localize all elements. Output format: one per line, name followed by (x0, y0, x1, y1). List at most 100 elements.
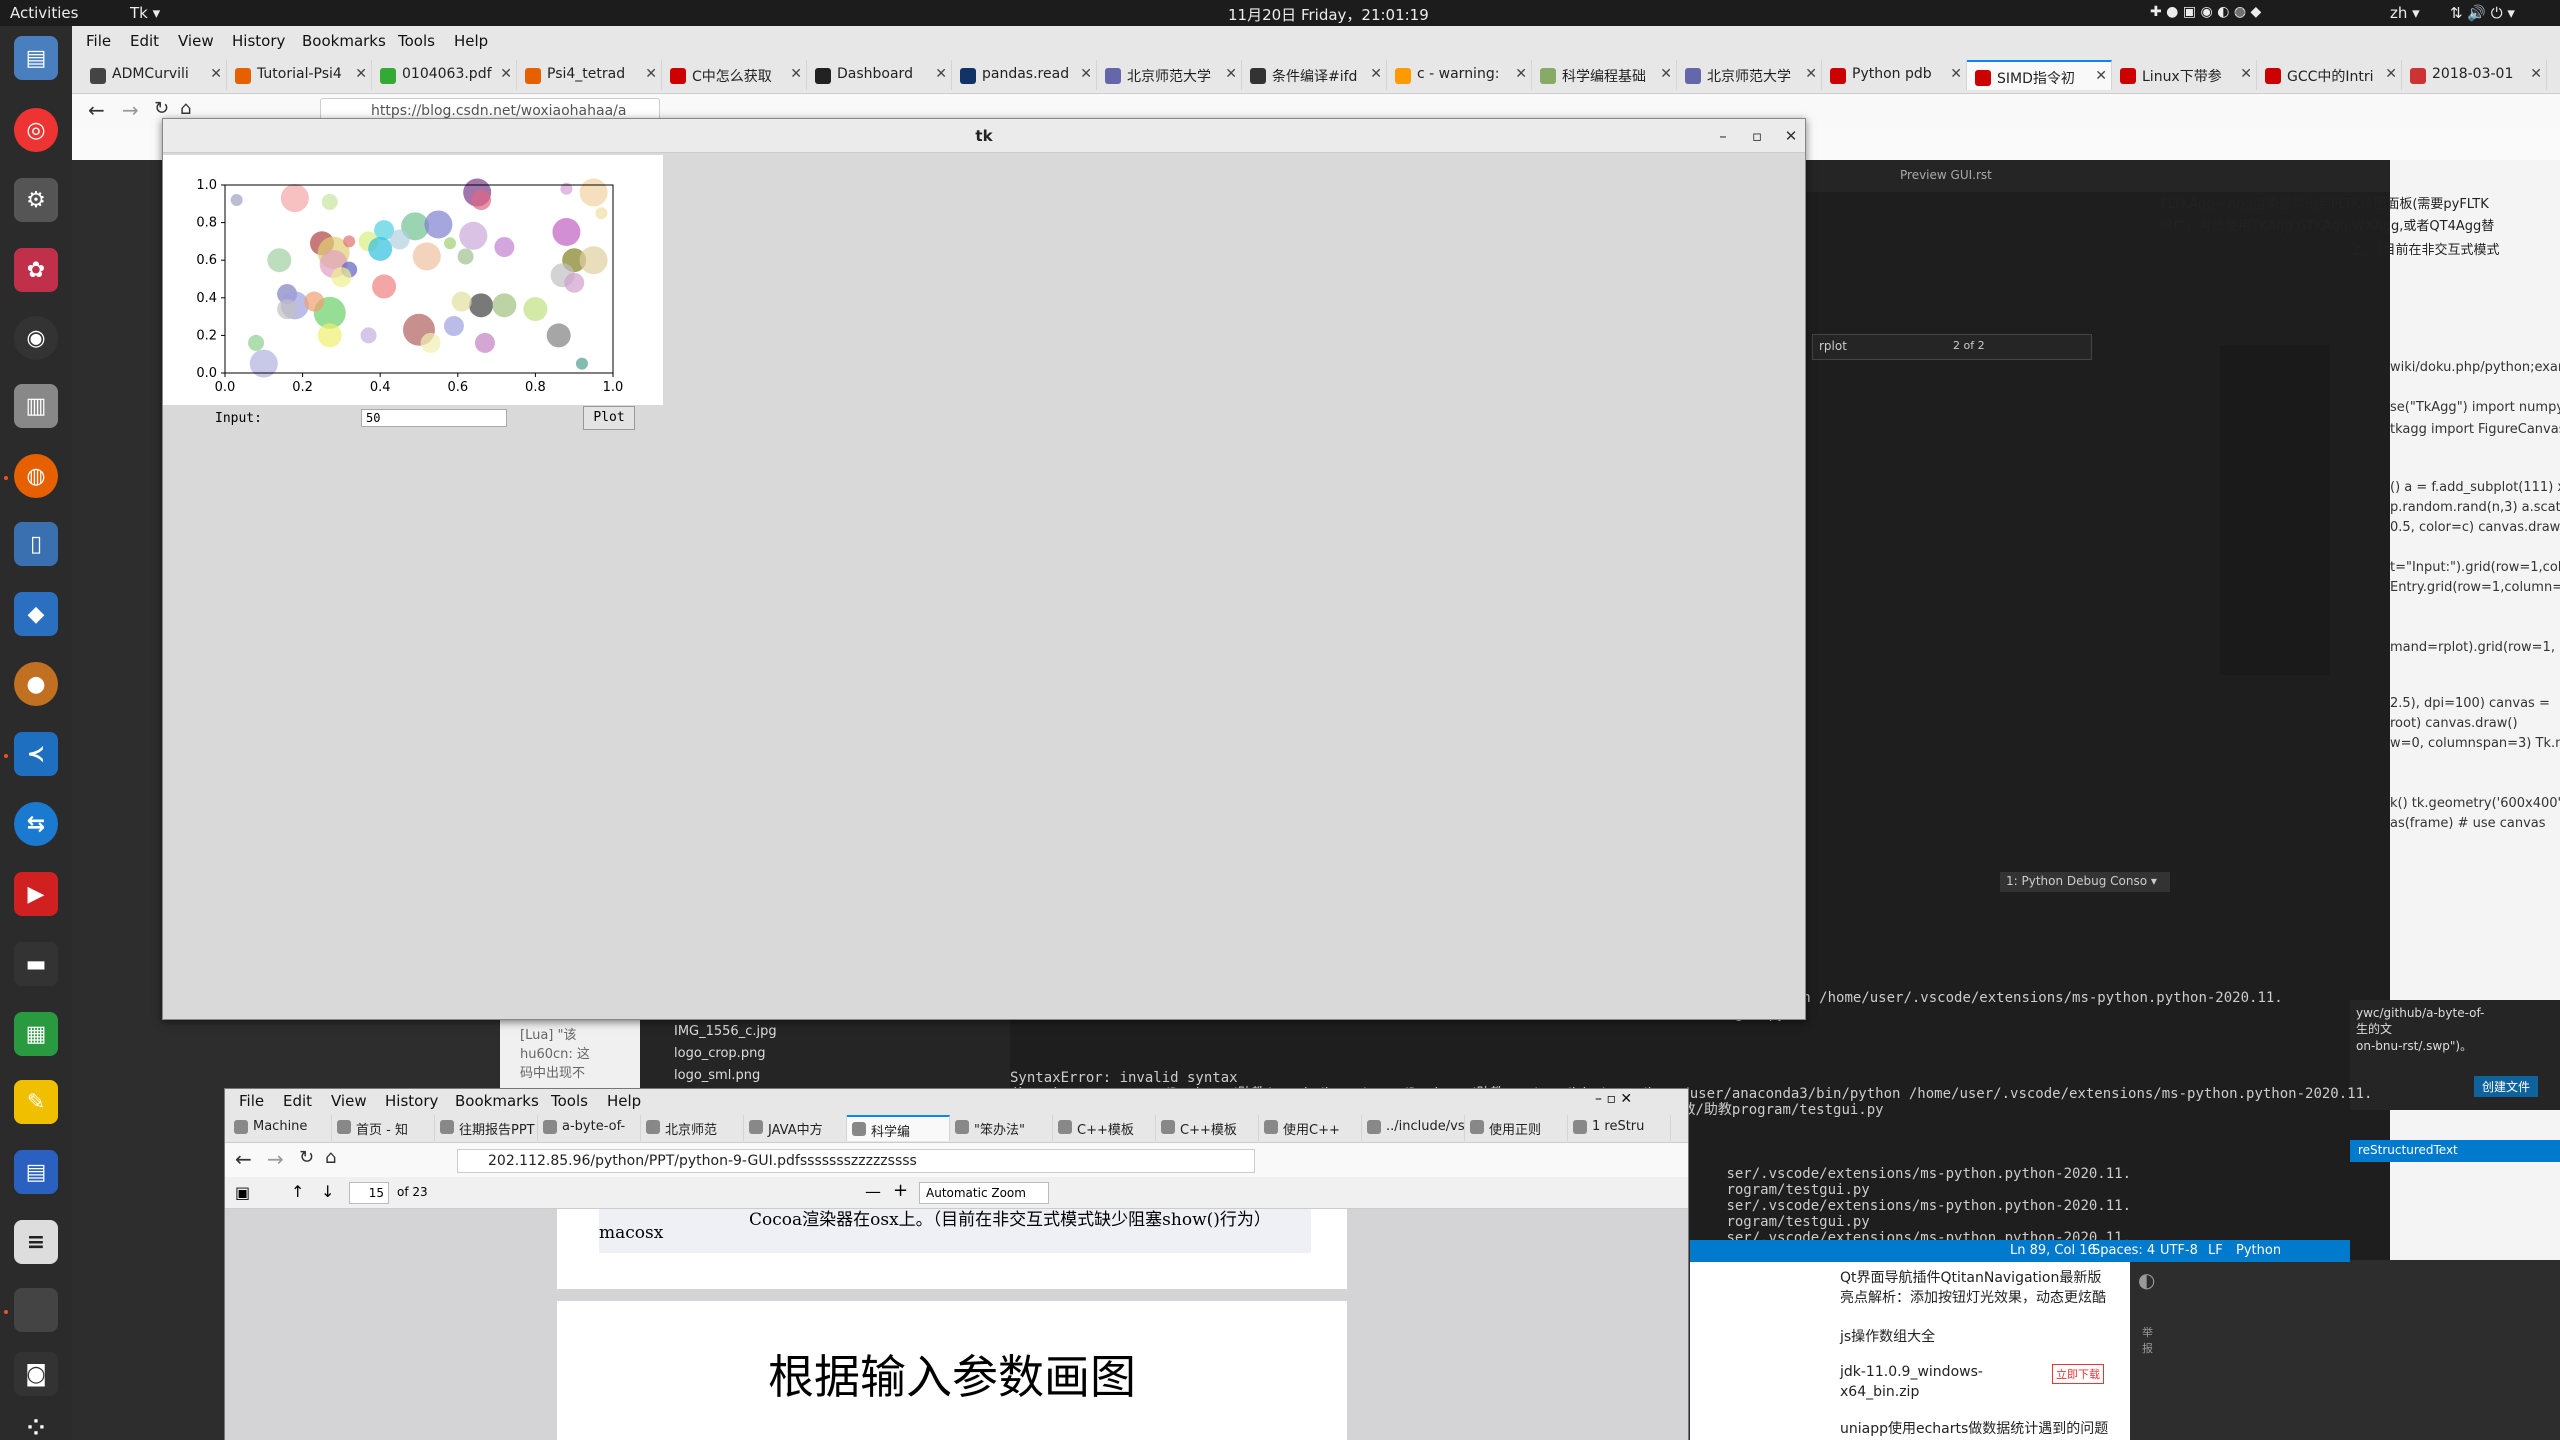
find-widget[interactable]: rplot 2 of 2 (1812, 334, 2092, 360)
tab-close-icon[interactable]: ✕ (2385, 66, 2397, 82)
mendeley-icon[interactable]: ✿ (14, 248, 58, 292)
close-icon[interactable]: ✕ (1781, 126, 1801, 146)
input-method[interactable]: zh ▾ (2390, 4, 2420, 22)
home-icon[interactable]: ⌂ (325, 1147, 336, 1168)
teamviewer-icon[interactable]: ⇆ (14, 802, 58, 846)
browser-tab[interactable]: JAVA中方 (744, 1115, 847, 1141)
create-file-button[interactable]: 创建文件 (2474, 1076, 2539, 1097)
home-icon[interactable]: ⌂ (180, 98, 191, 119)
file-manager-icon[interactable]: ▥ (14, 384, 58, 428)
cursor-position[interactable]: Ln 89, Col 16 (2010, 1243, 2096, 1258)
menu-edit[interactable]: Edit (130, 32, 159, 50)
browser-tab[interactable]: C++模板 (1053, 1115, 1156, 1141)
menu-help[interactable]: Help (454, 32, 488, 50)
disk-icon[interactable]: ◉ (14, 316, 58, 360)
vscode-icon[interactable]: ≺ (14, 732, 58, 776)
matplotlib-canvas[interactable]: 0.0 0.2 0.4 0.6 0.8 1.0 0.0 0.2 0.4 0.6 0.8 1.0 (163, 155, 663, 405)
article-link[interactable]: jdk-11.0.9_windows-x64_bin.zip (1840, 1362, 2020, 1402)
menu-help[interactable]: Help (607, 1092, 641, 1110)
encoding-status[interactable]: UTF-8 (2160, 1243, 2198, 1258)
browser-tab[interactable]: Python pdb ✕ (1822, 60, 1967, 90)
maximize-icon[interactable]: ▫ (1747, 126, 1767, 146)
tab-close-icon[interactable]: ✕ (935, 66, 947, 82)
tray-icons[interactable]: ✚ ● ▣ ◉ ◐ ◍ ◆ (2150, 4, 2261, 20)
menu-file[interactable]: File (86, 32, 111, 50)
find-input[interactable]: rplot (1819, 339, 1847, 353)
browser-tab[interactable]: 首页 - 知 (332, 1115, 435, 1141)
zoom-in-icon[interactable]: + (893, 1180, 908, 1201)
article-link[interactable]: uniapp使用echarts做数据统计遇到的问题 (1840, 1418, 2108, 1438)
browser-tab[interactable]: 1 reStru (1568, 1115, 1671, 1141)
zoom-select[interactable]: Automatic Zoom (919, 1182, 1049, 1204)
browser-tab[interactable]: 科学编程基础 ✕ (1532, 60, 1677, 90)
page-number-input[interactable]: 15 (349, 1182, 389, 1204)
browser-tab[interactable]: Tutorial-Psi4 ✕ (227, 60, 372, 90)
menu-view[interactable]: View (331, 1092, 367, 1110)
clock[interactable]: 11月20日 Friday，21:01:19 (1228, 4, 1429, 25)
input-entry[interactable]: 50 (361, 409, 507, 427)
zoom-out-icon[interactable]: — (865, 1182, 881, 1201)
file-item[interactable]: IMG_1556_c.jpg (674, 1024, 777, 1039)
tab-close-icon[interactable]: ✕ (1225, 66, 1237, 82)
back-icon[interactable]: ← (88, 98, 105, 122)
menu-view[interactable]: View (178, 32, 214, 50)
tab-close-icon[interactable]: ✕ (790, 66, 802, 82)
activities-button[interactable]: Activities (10, 4, 78, 22)
python-app-icon[interactable] (14, 1288, 58, 1332)
tab-close-icon[interactable]: ✕ (1660, 66, 1672, 82)
tab-close-icon[interactable]: ✕ (210, 66, 222, 82)
article-link[interactable]: js操作数组大全 (1840, 1326, 1935, 1346)
minimap[interactable] (2220, 345, 2330, 675)
tab-close-icon[interactable]: ✕ (2530, 66, 2542, 82)
reload-icon[interactable]: ↻ (154, 98, 169, 119)
menu-history[interactable]: History (385, 1092, 438, 1110)
browser-tab[interactable]: 科学编 (847, 1115, 950, 1141)
tab-close-icon[interactable]: ✕ (500, 66, 512, 82)
remote-icon[interactable]: ◆ (14, 592, 58, 636)
writer-icon[interactable]: ▯ (14, 522, 58, 566)
system-menu-icons[interactable]: ⇅ 🔊 ⏻ ▾ (2450, 4, 2515, 22)
back-icon[interactable]: ← (235, 1147, 252, 1171)
next-page-icon[interactable]: ↓ (321, 1182, 334, 1201)
menu-file[interactable]: File (239, 1092, 264, 1110)
screenshot-icon[interactable]: ◙ (14, 1352, 58, 1396)
browser-tab[interactable]: ../include/vs (1362, 1115, 1465, 1141)
tk-titlebar[interactable]: tk (163, 119, 1805, 153)
browser-tab[interactable]: "笨办法" (950, 1115, 1053, 1141)
calc-icon[interactable]: ▦ (14, 1012, 58, 1056)
browser-tab[interactable]: 2018-03-01 ✕ (2402, 60, 2547, 90)
notes-icon[interactable]: ≡ (14, 1220, 58, 1264)
menu-bookmarks[interactable]: Bookmarks (302, 32, 386, 50)
plot-button[interactable]: Plot (583, 406, 635, 430)
pdf-url-bar[interactable]: 202.112.85.96/python/PPT/python-9-GUI.pd… (457, 1149, 1255, 1173)
settings-icon[interactable]: ⚙ (14, 178, 58, 222)
files-icon[interactable]: ▤ (14, 36, 58, 80)
tab-close-icon[interactable]: ✕ (1080, 66, 1092, 82)
show-apps-icon[interactable]: ⁘ (14, 1406, 58, 1440)
tab-close-icon[interactable]: ✕ (355, 66, 367, 82)
browser-tab[interactable]: C中怎么获取 ✕ (662, 60, 807, 90)
browser-tab[interactable]: 0104063.pdf ✕ (372, 60, 517, 90)
eol-status[interactable]: LF (2208, 1243, 2223, 1258)
menu-tools[interactable]: Tools (551, 1092, 588, 1110)
text-editor-icon[interactable]: ✎ (14, 1080, 58, 1124)
article-link[interactable]: Qt界面导航插件QtitanNavigation最新版亮点解析：添加按钮灯光效果… (1840, 1268, 2110, 1308)
tab-close-icon[interactable]: ✕ (645, 66, 657, 82)
app-menu[interactable]: Tk ▾ (130, 4, 160, 22)
file-item[interactable]: logo_crop.png (674, 1046, 766, 1061)
browser-tab[interactable]: 北京师范大学 ✕ (1097, 60, 1242, 90)
browser-tab[interactable]: 条件编译#ifd ✕ (1242, 60, 1387, 90)
sidebar-toggle-icon[interactable]: ▣ (235, 1183, 250, 1202)
terminal-icon[interactable]: ▬ (14, 942, 58, 986)
prev-page-icon[interactable]: ↑ (291, 1182, 304, 1201)
firefox-icon[interactable]: ◍ (14, 454, 58, 498)
menu-tools[interactable]: Tools (398, 32, 435, 50)
file-item[interactable]: logo_sml.png (674, 1068, 760, 1083)
preview-tab[interactable]: Preview GUI.rst (1900, 168, 1992, 182)
browser-tab[interactable]: a-byte-of- (538, 1115, 641, 1141)
browser-tab[interactable]: c - warning: ✕ (1387, 60, 1532, 90)
tab-close-icon[interactable]: ✕ (1950, 66, 1962, 82)
browser-tab[interactable]: Dashboard ✕ (807, 60, 952, 90)
browser-tab[interactable]: Psi4_tetrad ✕ (517, 60, 662, 90)
browser-tab[interactable]: Machine (229, 1115, 332, 1141)
